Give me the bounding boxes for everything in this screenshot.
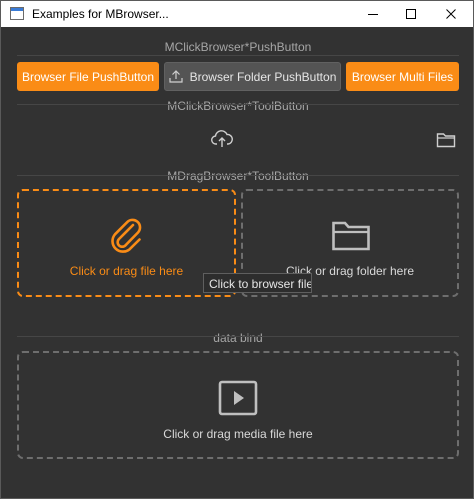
media-play-icon xyxy=(218,380,258,416)
app-window-icon xyxy=(10,7,24,20)
section-divider xyxy=(17,336,459,337)
section-label-drag-tool-button: MDragBrowser*ToolButton xyxy=(167,169,309,183)
browse-multi-files-push-button[interactable]: Browser Multi Files xyxy=(346,62,459,91)
minimize-icon xyxy=(368,14,378,15)
paperclip-icon xyxy=(111,218,142,253)
section-divider xyxy=(17,104,459,105)
maximize-icon xyxy=(406,9,416,19)
section-divider xyxy=(17,175,459,176)
cloud-upload-icon xyxy=(211,130,233,147)
section-label-data-bind: data bind xyxy=(213,331,263,345)
folder-icon xyxy=(436,133,456,148)
browse-file-push-button[interactable]: Browser File PushButton xyxy=(17,62,159,91)
window-title: Examples for MBrowser... xyxy=(32,7,169,21)
folder-tool-button[interactable] xyxy=(432,128,460,152)
media-drop-zone[interactable]: Click or drag media file here xyxy=(17,351,459,459)
browse-folder-push-button[interactable]: Browser Folder PushButton xyxy=(164,62,341,91)
close-icon xyxy=(446,9,456,19)
file-drop-zone-label: Click or drag file here xyxy=(69,264,184,278)
tooltip: Click to browser file xyxy=(203,273,312,293)
title-bar: Examples for MBrowser... xyxy=(1,1,473,27)
section-label-push-button: MClickBrowser*PushButton xyxy=(164,40,312,54)
section-label-tool-button: MClickBrowser*ToolButton xyxy=(167,99,309,113)
maximize-button[interactable] xyxy=(391,1,431,27)
browse-multi-files-push-button-label: Browser Multi Files xyxy=(351,69,454,84)
minimize-button[interactable] xyxy=(353,1,393,27)
browse-folder-push-button-label: Browser Folder PushButton xyxy=(189,69,337,84)
media-drop-zone-label: Click or drag media file here xyxy=(163,427,313,441)
app-window: Examples for MBrowser... MClickBrowser*P… xyxy=(0,0,474,499)
upload-icon xyxy=(169,70,183,83)
close-button[interactable] xyxy=(431,1,471,27)
folder-icon xyxy=(332,221,370,251)
upload-tool-button[interactable] xyxy=(208,127,236,151)
browse-file-push-button-label: Browser File PushButton xyxy=(21,69,155,84)
section-divider xyxy=(17,55,459,56)
